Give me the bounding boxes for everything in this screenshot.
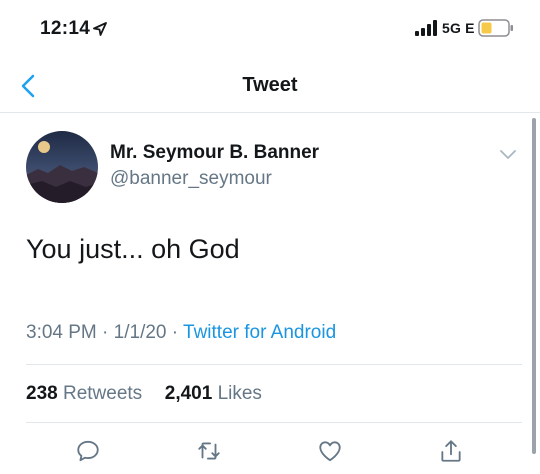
- tweet-text: You just... oh God: [26, 234, 240, 264]
- tweet-date: 1/1/20: [113, 322, 167, 343]
- author-display-name[interactable]: Mr. Seymour B. Banner: [110, 142, 319, 164]
- retweet-label[interactable]: Retweets: [63, 383, 142, 404]
- like-count[interactable]: 2,401: [165, 383, 213, 404]
- tweet-stats: 238 Retweets 2,401 Likes: [26, 383, 262, 405]
- signal-icon: [415, 20, 437, 36]
- divider: [26, 364, 522, 365]
- tweet-source-link[interactable]: Twitter for Android: [183, 322, 336, 343]
- meta-separator: ·: [171, 322, 179, 343]
- network-label: 5G E: [442, 20, 475, 36]
- retweet-button[interactable]: [196, 438, 222, 464]
- reply-button[interactable]: [75, 438, 101, 464]
- like-button[interactable]: [317, 438, 343, 464]
- author-handle[interactable]: @banner_seymour: [110, 168, 272, 190]
- divider: [26, 422, 522, 423]
- heart-icon: [319, 441, 341, 462]
- like-label[interactable]: Likes: [218, 383, 262, 404]
- meta-separator: ·: [102, 322, 109, 343]
- retweet-icon: [198, 442, 220, 460]
- chevron-down-icon[interactable]: [498, 147, 518, 161]
- status-time: 12:14: [40, 18, 91, 39]
- avatar[interactable]: [26, 131, 98, 203]
- retweet-count[interactable]: 238: [26, 383, 58, 404]
- tweet-meta: 3:04 PM · 1/1/20 · Twitter for Android: [26, 322, 336, 344]
- scrollbar[interactable]: [532, 118, 536, 454]
- reply-icon: [77, 440, 99, 462]
- battery-icon: [478, 19, 513, 37]
- share-icon: [441, 440, 461, 462]
- share-button[interactable]: [438, 438, 464, 464]
- status-bar: 12:14 5G E: [0, 0, 540, 60]
- location-arrow-icon: [93, 22, 107, 36]
- nav-bar: Tweet: [0, 60, 540, 113]
- page-title: Tweet: [242, 74, 298, 96]
- tweet-time: 3:04 PM: [26, 322, 97, 343]
